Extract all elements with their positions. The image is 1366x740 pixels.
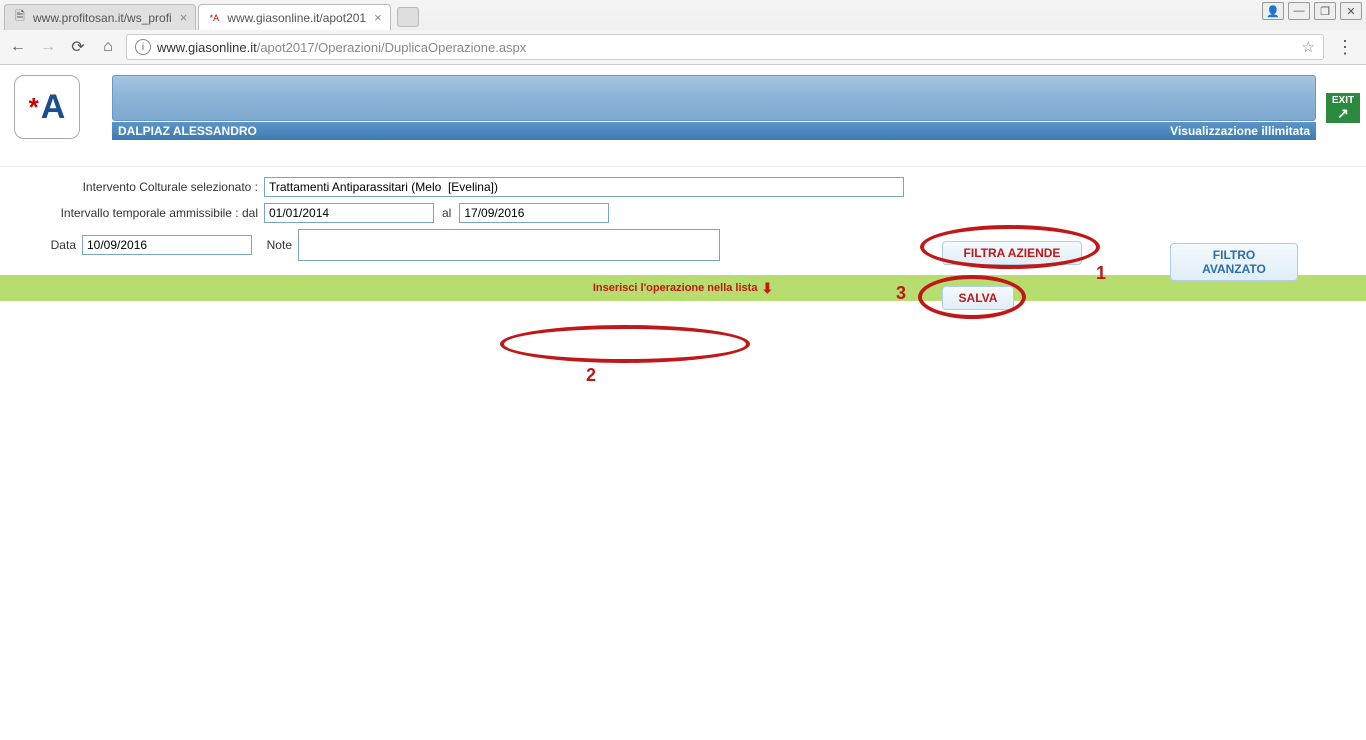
page-content: *A EXIT ↗ DALPIAZ ALESSANDRO Visualizzaz… xyxy=(0,65,1366,301)
header-wrap: DALPIAZ ALESSANDRO Visualizzazione illim… xyxy=(112,65,1316,140)
down-arrow-icon: ⬇ xyxy=(761,280,773,297)
input-note[interactable] xyxy=(298,229,720,261)
label-data: Data xyxy=(44,238,76,252)
annotation-label-2: 2 xyxy=(586,365,596,386)
browser-chrome: 🗎 www.profitosan.it/ws_profi × *A www.gi… xyxy=(0,0,1366,65)
exit-arrow-icon: ↗ xyxy=(1337,106,1349,120)
menu-button[interactable]: ⋮ xyxy=(1330,37,1360,58)
user-name: DALPIAZ ALESSANDRO xyxy=(118,124,257,138)
label-intervallo: Intervallo temporale ammissibile : dal xyxy=(44,206,258,220)
page-icon: *A xyxy=(207,11,221,25)
url-input[interactable]: i www.giasonline.it/apot2017/Operazioni/… xyxy=(126,34,1324,60)
button-label: FILTRA AZIENDE xyxy=(964,246,1061,260)
input-al[interactable] xyxy=(459,203,609,223)
insert-bar: Inserisci l'operazione nella lista ⬇ xyxy=(0,275,1366,301)
back-button[interactable]: ← xyxy=(6,35,30,59)
forward-button[interactable]: → xyxy=(36,35,60,59)
tab-bar: 🗎 www.profitosan.it/ws_profi × *A www.gi… xyxy=(0,0,1366,30)
window-controls: 👤 — ❐ ✕ xyxy=(1262,2,1362,20)
url-domain: www.giasonline.it xyxy=(157,40,257,55)
header-banner xyxy=(112,75,1316,121)
input-dal[interactable] xyxy=(264,203,434,223)
tab-title: www.profitosan.it/ws_profi xyxy=(33,11,172,25)
filtra-aziende-button[interactable]: FILTRA AZIENDE xyxy=(942,241,1082,265)
minimize-button[interactable]: — xyxy=(1288,2,1310,20)
app-logo: *A xyxy=(14,75,80,139)
view-mode: Visualizzazione illimitata xyxy=(1170,124,1310,138)
filtro-avanzato-button[interactable]: FILTRO AVANZATO xyxy=(1170,243,1298,281)
home-button[interactable]: ⌂ xyxy=(96,35,120,59)
user-icon[interactable]: 👤 xyxy=(1262,2,1284,20)
reload-button[interactable]: ⟳ xyxy=(66,35,90,59)
site-info-icon[interactable]: i xyxy=(135,39,151,55)
annotation-circle-2 xyxy=(500,325,750,363)
input-intervento[interactable] xyxy=(264,177,904,197)
label-intervento: Intervento Colturale selezionato : xyxy=(44,180,258,194)
page-icon: 🗎 xyxy=(13,11,27,25)
maximize-button[interactable]: ❐ xyxy=(1314,2,1336,20)
new-tab-button[interactable] xyxy=(397,7,419,27)
label-al: al xyxy=(442,206,451,220)
tab-profitosan[interactable]: 🗎 www.profitosan.it/ws_profi × xyxy=(4,4,196,30)
close-icon[interactable]: × xyxy=(374,10,382,25)
insert-label: Inserisci l'operazione nella lista xyxy=(593,282,758,294)
row-intervallo: Intervallo temporale ammissibile : dal a… xyxy=(44,203,1352,223)
row-data-note: Data Note xyxy=(44,229,1352,261)
address-bar: ← → ⟳ ⌂ i www.giasonline.it/apot2017/Ope… xyxy=(0,30,1366,64)
form-panel: Intervento Colturale selezionato : Inter… xyxy=(0,166,1366,271)
input-data[interactable] xyxy=(82,235,252,255)
row-intervento: Intervento Colturale selezionato : xyxy=(44,177,1352,197)
close-button[interactable]: ✕ xyxy=(1340,2,1362,20)
label-note: Note xyxy=(252,238,292,252)
button-label: SALVA xyxy=(959,291,998,305)
bookmark-star-icon[interactable]: ☆ xyxy=(1302,38,1315,56)
insert-operation-link[interactable]: Inserisci l'operazione nella lista ⬇ xyxy=(593,280,773,297)
exit-button[interactable]: EXIT ↗ xyxy=(1326,93,1360,123)
tab-giasonline[interactable]: *A www.giasonline.it/apot201 × xyxy=(198,4,390,30)
logo-letter: A xyxy=(41,90,66,124)
url-path: /apot2017/Operazioni/DuplicaOperazione.a… xyxy=(257,40,527,55)
button-label: FILTRO AVANZATO xyxy=(1202,248,1266,276)
tab-title: www.giasonline.it/apot201 xyxy=(227,11,366,25)
salva-button[interactable]: SALVA xyxy=(942,286,1014,310)
asterisk-icon: * xyxy=(29,94,39,120)
user-bar: DALPIAZ ALESSANDRO Visualizzazione illim… xyxy=(112,122,1316,140)
close-icon[interactable]: × xyxy=(180,10,188,25)
